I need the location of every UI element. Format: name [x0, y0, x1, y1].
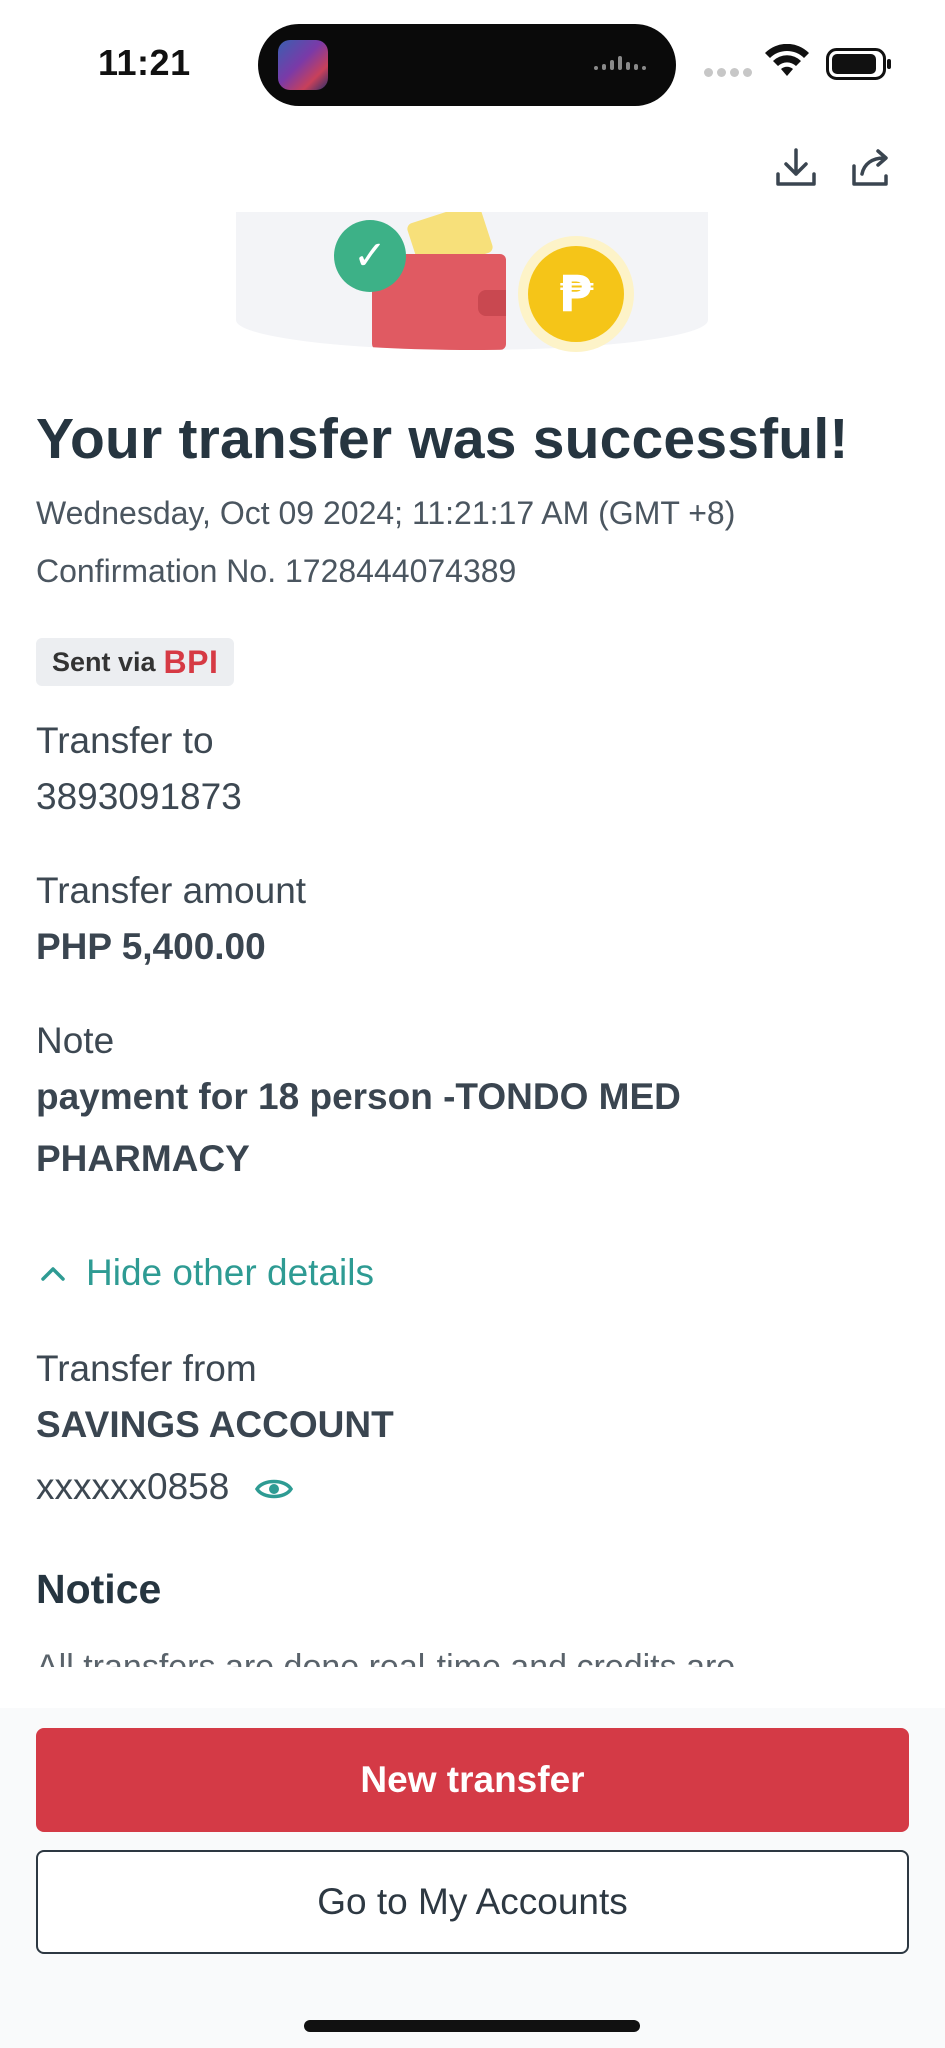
transaction-datetime: Wednesday, Oct 09 2024; 11:21:17 AM (GMT… — [36, 495, 736, 531]
notice-text: All transfers are done real-time and cre… — [36, 1648, 736, 1667]
note-label: Note — [36, 1020, 115, 1061]
success-illustration — [236, 212, 708, 350]
transfer-amount-field: Transfer amount PHP 5,400.00 — [36, 866, 916, 978]
wifi-icon — [765, 44, 809, 76]
hide-details-toggle[interactable]: Hide other details — [36, 1252, 916, 1294]
transfer-from-label: Transfer from — [36, 1348, 257, 1389]
signal-dots-icon — [704, 64, 756, 82]
hide-details-label: Hide other details — [86, 1252, 374, 1293]
audio-wave-icon — [594, 56, 654, 74]
transfer-amount-value: PHP 5,400.00 — [36, 926, 266, 967]
chevron-up-icon — [41, 1267, 65, 1281]
new-transfer-button[interactable]: New transfer — [36, 1728, 909, 1832]
home-indicator[interactable] — [304, 2020, 640, 2032]
bpi-logo: BPI — [163, 643, 219, 680]
transfer-amount-label: Transfer amount — [36, 870, 307, 911]
page-title: Your transfer was successful! — [36, 407, 849, 471]
go-to-my-accounts-button[interactable]: Go to My Accounts — [36, 1850, 909, 1954]
check-icon: ✓ — [334, 220, 406, 292]
sent-via-label: Sent via — [52, 646, 156, 677]
share-icon[interactable] — [848, 144, 896, 192]
battery-icon — [826, 48, 891, 80]
download-icon[interactable] — [772, 144, 820, 192]
transfer-from-account: SAVINGS ACCOUNT — [36, 1404, 394, 1445]
receipt-content: Your transfer was successful! Wednesday,… — [36, 400, 916, 1667]
note-field: Note payment for 18 person -TONDO MED PH… — [36, 1016, 916, 1190]
bottom-action-bar: New transfer Go to My Accounts — [0, 1708, 945, 2048]
sent-via-badge: Sent via BPI — [36, 638, 235, 686]
transfer-to-field: Transfer to 3893091873 — [36, 716, 916, 828]
status-bar: 11:21 — [0, 0, 945, 120]
now-playing-app-icon[interactable] — [278, 40, 328, 90]
account-number: xxxxxx0858 — [36, 1466, 230, 1507]
transfer-from-number-row: xxxxxx0858 — [36, 1456, 916, 1518]
eye-icon[interactable] — [254, 1474, 294, 1504]
note-value: payment for 18 person -TONDO MED PHARMAC… — [36, 1076, 681, 1179]
transfer-to-value: 3893091873 — [36, 776, 242, 817]
dynamic-island[interactable] — [258, 24, 676, 106]
notice-heading: Notice — [36, 1566, 162, 1612]
peso-coin-icon: ₱ — [528, 246, 624, 342]
status-time: 11:21 — [98, 42, 191, 83]
transfer-from-field: Transfer from SAVINGS ACCOUNT xxxxxx0858 — [36, 1344, 916, 1518]
confirmation-number: Confirmation No. 1728444074389 — [36, 553, 517, 589]
transfer-to-label: Transfer to — [36, 720, 214, 761]
